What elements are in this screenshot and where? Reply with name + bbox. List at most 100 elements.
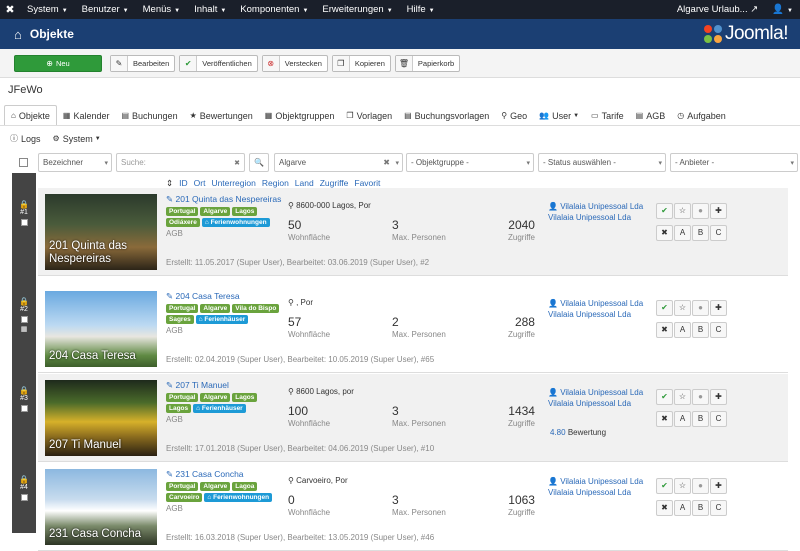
category-b-button[interactable]: B: [692, 411, 709, 427]
rating-value[interactable]: 4.80: [550, 428, 566, 437]
site-link[interactable]: Algarve Urlaub... ↗: [670, 4, 765, 15]
item-title-link[interactable]: ✎ 231 Casa Concha: [166, 469, 284, 480]
menu-hilfe[interactable]: Hilfe ▼: [400, 4, 442, 15]
add-icon[interactable]: ✚: [710, 389, 727, 405]
tag-badge: Odiáxere: [166, 218, 200, 227]
menu-menues[interactable]: Menüs ▼: [136, 4, 187, 15]
status-select[interactable]: - Status auswählen - ▾: [538, 153, 666, 172]
category-c-button[interactable]: C: [710, 225, 727, 241]
menu-erweiterungen[interactable]: Erweiterungen ▼: [315, 4, 399, 15]
row-checkbox[interactable]: [20, 405, 28, 412]
area-stat: 100 Wohnfläche: [288, 404, 330, 428]
remove-icon[interactable]: ✖: [656, 225, 673, 241]
tab-user[interactable]: 👥 User ▼: [533, 105, 585, 126]
region-select[interactable]: Algarve ✖ ▾: [274, 153, 403, 172]
type-badge: ⌂ Ferienhäuser: [193, 404, 246, 413]
publish-toggle[interactable]: ✔: [656, 478, 673, 494]
hide-button[interactable]: ⊗ Verstecken: [261, 54, 328, 72]
tab-buchungsvorlagen[interactable]: ▤ Buchungsvorlagen: [398, 105, 495, 126]
category-c-button[interactable]: C: [710, 500, 727, 516]
owner-link[interactable]: Vilalaia Unipessoal Lda: [548, 309, 643, 320]
category-b-button[interactable]: B: [692, 500, 709, 516]
bezeichner-select[interactable]: Bezeichner ▾: [38, 153, 112, 172]
status-dot-icon[interactable]: ●: [692, 300, 709, 316]
edit-button[interactable]: ✎ Bearbeiten: [110, 54, 176, 72]
menu-komponenten[interactable]: Komponenten ▼: [233, 4, 315, 15]
tab-logs[interactable]: ⓘ Logs: [4, 128, 47, 149]
favorite-star-icon[interactable]: ☆: [674, 203, 691, 219]
status-dot-icon[interactable]: ●: [692, 389, 709, 405]
owner-link[interactable]: Vilalaia Unipessoal Lda: [548, 487, 643, 498]
category-a-button[interactable]: A: [674, 322, 691, 338]
category-c-button[interactable]: C: [710, 322, 727, 338]
home-icon: ⌂: [14, 26, 22, 42]
row-checkbox[interactable]: [20, 219, 28, 226]
clear-icon[interactable]: ✖: [234, 159, 240, 167]
anbieter-select[interactable]: - Anbieter - ▾: [670, 153, 798, 172]
owner-link[interactable]: Vilalaia Unipessoal Lda: [548, 398, 643, 409]
tab-bewertungen[interactable]: ★ Bewertungen: [184, 105, 259, 126]
category-a-button[interactable]: A: [674, 500, 691, 516]
hits-stat: 1434 Zugriffe: [508, 404, 535, 428]
owner-link[interactable]: 👤 Vilalaia Unipessoal Lda: [548, 476, 643, 487]
remove-icon[interactable]: ✖: [656, 322, 673, 338]
hits-label: Zugriffe: [508, 508, 535, 517]
favorite-star-icon[interactable]: ☆: [674, 389, 691, 405]
category-b-button[interactable]: B: [692, 225, 709, 241]
category-a-button[interactable]: A: [674, 411, 691, 427]
select-all-checkbox[interactable]: [19, 158, 28, 167]
tab-vorlagen[interactable]: ❐ Vorlagen: [340, 105, 398, 126]
tab-aufgaben[interactable]: ◷ Aufgaben: [671, 105, 732, 126]
item-photo[interactable]: 201 Quinta das Nespereiras: [45, 194, 157, 270]
status-dot-icon[interactable]: ●: [692, 203, 709, 219]
joomla-icon[interactable]: ✖: [0, 0, 20, 19]
copy-button[interactable]: ❐ Kopieren: [331, 54, 391, 72]
item-photo[interactable]: 207 Ti Manuel: [45, 380, 157, 456]
tab-agb[interactable]: ▤ AGB: [630, 105, 672, 126]
item-title-link[interactable]: ✎ 207 Ti Manuel: [166, 380, 284, 391]
row-checkbox[interactable]: [20, 316, 28, 323]
tab-system[interactable]: ⚙ System ▼: [47, 128, 107, 149]
item-title-link[interactable]: ✎ 204 Casa Teresa: [166, 291, 284, 302]
row-checkbox[interactable]: [20, 494, 28, 501]
remove-icon[interactable]: ✖: [656, 500, 673, 516]
user-menu[interactable]: 👤 ▼: [765, 4, 800, 15]
category-c-button[interactable]: C: [710, 411, 727, 427]
tab-objekte[interactable]: ⌂ Objekte: [4, 105, 57, 126]
search-button[interactable]: 🔍: [249, 153, 269, 172]
menu-benutzer[interactable]: Benutzer ▼: [75, 4, 136, 15]
objektgruppe-select[interactable]: - Objektgruppe - ▾: [406, 153, 534, 172]
new-button[interactable]: ⊕ Neu: [14, 54, 102, 72]
hits-value: 1434: [508, 404, 535, 418]
publish-toggle[interactable]: ✔: [656, 203, 673, 219]
owner-link[interactable]: 👤 Vilalaia Unipessoal Lda: [548, 387, 643, 398]
favorite-star-icon[interactable]: ☆: [674, 300, 691, 316]
clear-icon[interactable]: ✖: [383, 158, 390, 167]
tab-geo[interactable]: ⚲ Geo: [495, 105, 533, 126]
remove-icon[interactable]: ✖: [656, 411, 673, 427]
publish-toggle[interactable]: ✔: [656, 300, 673, 316]
owner-link[interactable]: 👤 Vilalaia Unipessoal Lda: [548, 298, 643, 309]
tab-tarife[interactable]: ▭ Tarife: [585, 105, 630, 126]
menu-system[interactable]: System ▼: [20, 4, 75, 15]
item-photo[interactable]: 231 Casa Concha: [45, 469, 157, 545]
publish-button[interactable]: ✔ Veröffentlichen: [179, 54, 258, 72]
search-input[interactable]: Suche: ✖: [116, 153, 245, 172]
trash-button[interactable]: 🗑 Papierkorb: [394, 54, 461, 72]
item-title-link[interactable]: ✎ 201 Quinta das Nespereiras: [166, 194, 284, 205]
add-icon[interactable]: ✚: [710, 300, 727, 316]
add-icon[interactable]: ✚: [710, 203, 727, 219]
category-b-button[interactable]: B: [692, 322, 709, 338]
owner-link[interactable]: Vilalaia Unipessoal Lda: [548, 212, 643, 223]
favorite-star-icon[interactable]: ☆: [674, 478, 691, 494]
owner-link[interactable]: 👤 Vilalaia Unipessoal Lda: [548, 201, 643, 212]
tab-objektgruppen[interactable]: ▦ Objektgruppen: [259, 105, 341, 126]
menu-inhalt[interactable]: Inhalt ▼: [187, 4, 233, 15]
status-dot-icon[interactable]: ●: [692, 478, 709, 494]
item-photo[interactable]: 204 Casa Teresa: [45, 291, 157, 367]
tab-buchungen[interactable]: ▤ Buchungen: [115, 105, 183, 126]
add-icon[interactable]: ✚: [710, 478, 727, 494]
category-a-button[interactable]: A: [674, 225, 691, 241]
tab-kalender[interactable]: ▦ Kalender: [57, 105, 116, 126]
publish-toggle[interactable]: ✔: [656, 389, 673, 405]
